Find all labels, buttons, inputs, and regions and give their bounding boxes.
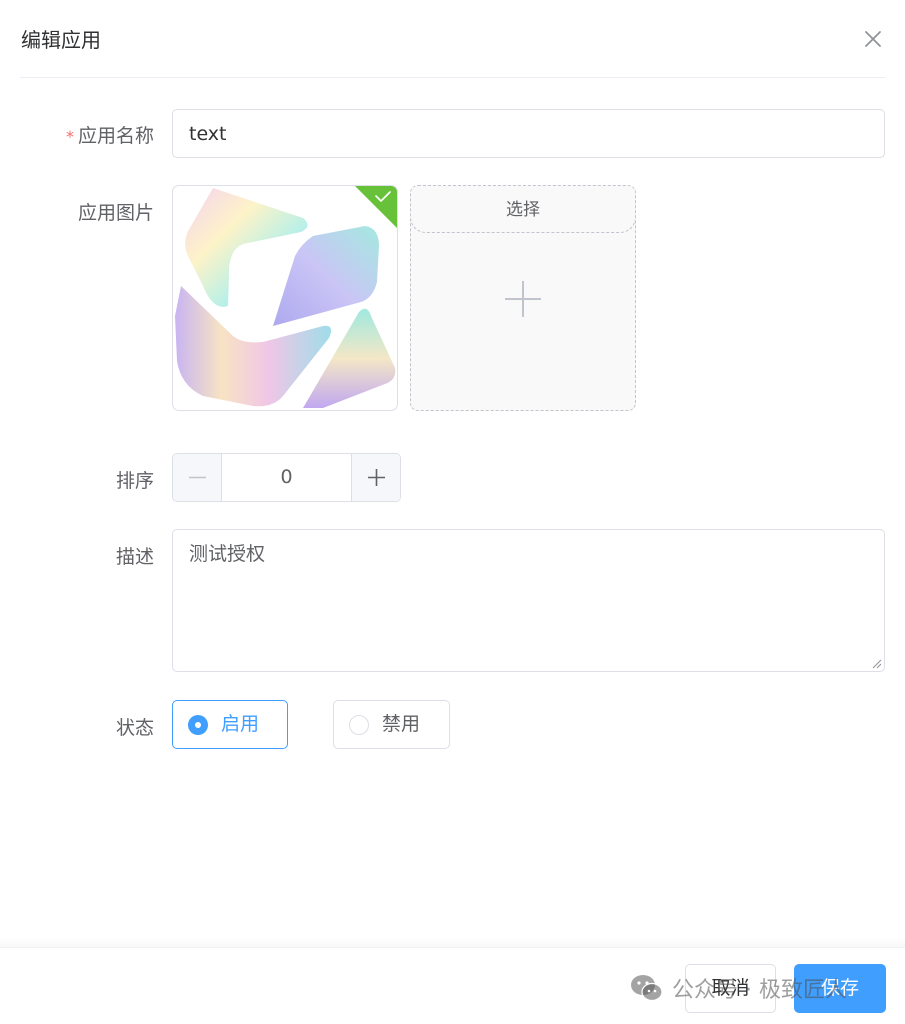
sort-value[interactable]: 0 <box>222 454 351 501</box>
description-label: 描述 <box>115 546 154 568</box>
close-icon <box>865 31 881 47</box>
dialog-title: 编辑应用 <box>21 28 101 52</box>
status-radio-disabled[interactable]: 禁用 <box>333 700 450 749</box>
name-label-text: 应用名称 <box>77 125 154 147</box>
footer-divider <box>0 947 905 948</box>
select-image-label: 选择 <box>411 186 635 233</box>
sort-label: 排序 <box>115 470 154 492</box>
sort-stepper: 0 <box>172 453 401 502</box>
status-label: 状态 <box>115 717 154 739</box>
description-textarea[interactable]: 测试授权 <box>172 529 885 672</box>
check-icon <box>355 186 397 228</box>
app-image-thumbnail[interactable] <box>172 185 398 411</box>
radio-enabled-label: 启用 <box>221 713 260 735</box>
status-radio-enabled[interactable]: 启用 <box>172 700 288 749</box>
resize-handle-icon[interactable] <box>870 657 882 669</box>
image-label: 应用图片 <box>77 202 154 224</box>
app-name-input[interactable] <box>172 109 885 158</box>
decrement-button[interactable] <box>173 454 222 501</box>
radio-disabled-label: 禁用 <box>382 713 421 735</box>
increment-button[interactable] <box>351 454 400 501</box>
header-divider <box>20 77 885 78</box>
wechat-icon <box>631 975 663 1002</box>
plus-icon <box>505 281 541 317</box>
name-label: * 应用名称 <box>0 121 154 148</box>
cancel-button[interactable]: 取消 <box>685 964 776 1013</box>
required-mark: * <box>65 127 74 146</box>
close-button[interactable] <box>860 26 886 52</box>
radio-checked-icon <box>188 715 208 735</box>
description-value: 测试授权 <box>189 543 266 565</box>
image-select-card[interactable]: 选择 <box>410 185 636 411</box>
minus-icon <box>189 476 206 479</box>
radio-unchecked-icon <box>349 715 369 735</box>
plus-icon <box>368 469 385 486</box>
dialog-header: 编辑应用 <box>0 0 905 78</box>
save-button[interactable]: 保存 <box>794 964 886 1013</box>
